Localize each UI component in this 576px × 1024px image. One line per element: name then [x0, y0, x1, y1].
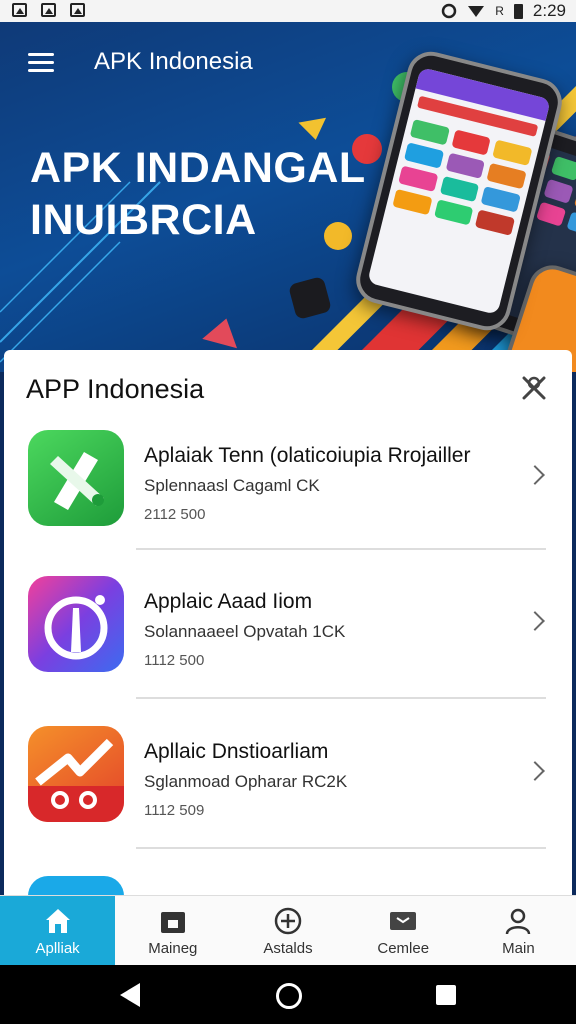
nav-item-categories[interactable]: Cemlee: [346, 896, 461, 966]
list-item[interactable]: Aplaiak Tenn (olaticoiupia Rrojailler Sp…: [4, 430, 572, 560]
close-icon[interactable]: [520, 374, 548, 402]
camera-icon: [44, 595, 108, 660]
recent-apps-icon[interactable]: [436, 985, 456, 1005]
list-item[interactable]: Apllaic Dnstioarliam Sglanmoad Opharar R…: [4, 726, 572, 856]
hero-headline-line2: INUIBRCIA: [30, 196, 257, 244]
wifi-icon: [468, 6, 485, 17]
person-icon: [506, 908, 531, 935]
store-icon: [160, 912, 185, 933]
nav-item-profile[interactable]: Main: [461, 896, 576, 966]
clock: 2:29: [532, 1, 566, 20]
app-bar-title: APK Indonesia: [94, 48, 253, 75]
system-nav-bar: [0, 965, 576, 1024]
chevron-right-icon[interactable]: [525, 611, 545, 631]
divider: [136, 697, 546, 699]
signal-icon: R: [495, 4, 504, 18]
status-bar: R 2:29: [0, 0, 576, 22]
notification-icons: [12, 3, 85, 17]
app-subtitle: Solannaaeel Opvatah 1CK: [144, 622, 346, 641]
app-icon: [28, 726, 124, 822]
list-item[interactable]: Applaic Aaad Iiom Solannaaeel Opvatah 1C…: [4, 576, 572, 706]
nav-label: Maineg: [148, 940, 198, 957]
decor-badge: [324, 222, 352, 250]
app-subtitle: Splennaasl Cagaml CK: [144, 476, 320, 495]
image-icon: [70, 3, 85, 17]
divider: [136, 847, 546, 849]
grid-icon: [390, 912, 417, 930]
nav-label: Astalds: [263, 940, 313, 957]
decor-badge: [352, 134, 382, 164]
nav-label: Aplliak: [35, 940, 80, 957]
home-button-icon[interactable]: [276, 983, 302, 1009]
hero-headline-line1: APK INDANGAL: [30, 144, 366, 192]
download-icon: [274, 907, 302, 935]
hero-headline: APK INDANGAL INUIBRCIA: [30, 142, 366, 246]
chevron-right-icon[interactable]: [525, 761, 545, 781]
app-icon: [28, 576, 124, 672]
battery-icon: [513, 3, 523, 19]
menu-icon[interactable]: [28, 53, 54, 77]
chevron-right-icon[interactable]: [525, 465, 545, 485]
nav-item-installed[interactable]: Astalds: [230, 896, 345, 966]
card-title: APP Indonesia: [26, 374, 205, 404]
decor-triangle: [202, 313, 244, 349]
tools-icon: [50, 452, 104, 510]
app-name: Aplaiak Tenn (olaticoiupia Rrojailler: [144, 444, 471, 467]
app-name: Apllaic Dnstioarliam: [144, 740, 329, 763]
nav-label: Main: [502, 940, 535, 957]
nav-item-apps[interactable]: Aplliak: [0, 896, 116, 966]
nav-item-manage[interactable]: Maineg: [115, 896, 230, 966]
app-name: Applaic Aaad Iiom: [144, 590, 313, 613]
back-icon[interactable]: [120, 983, 140, 1007]
app-icon: [28, 430, 124, 526]
divider: [136, 548, 546, 550]
app-meta: 1112 500: [144, 652, 205, 669]
bottom-nav: Aplliak Maineg Astalds Cemlee Main: [0, 895, 576, 966]
chart-icon: [28, 738, 124, 822]
home-icon: [45, 909, 70, 933]
app-meta: 1112 509: [144, 802, 205, 819]
app-meta: 2112 500: [144, 506, 206, 523]
system-icons: R 2:29: [441, 1, 566, 21]
decor-triangle: [298, 117, 330, 143]
nav-label: Cemlee: [377, 940, 430, 957]
image-icon: [41, 3, 56, 17]
app-list-card: APP Indonesia Aplaiak Tenn (olaticoiupia…: [4, 350, 572, 910]
hero-banner: APK Indonesia APK INDANGAL INUIBRCIA: [0, 22, 576, 372]
sync-icon: [441, 3, 457, 19]
image-icon: [12, 3, 27, 17]
decor-badge: [287, 275, 333, 321]
app-subtitle: Sglanmoad Opharar RC2K: [144, 772, 348, 791]
